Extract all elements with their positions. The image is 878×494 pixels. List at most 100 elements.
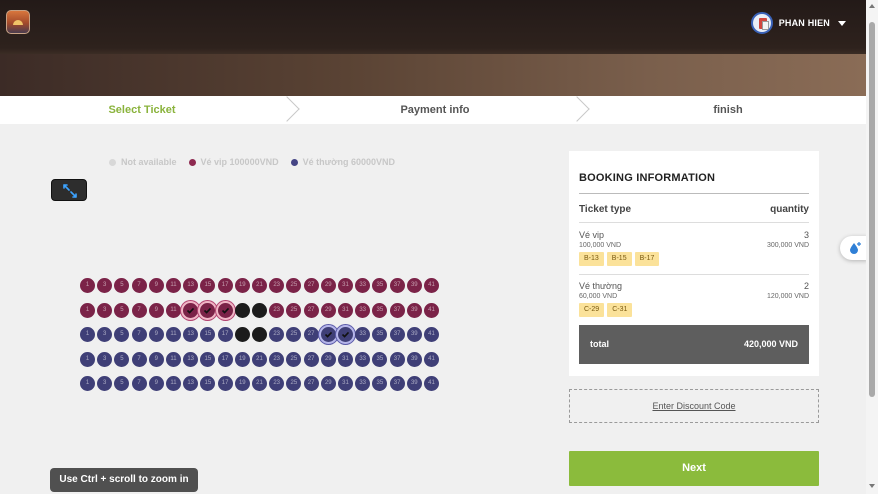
scroll-down-icon[interactable] <box>869 484 875 488</box>
seat-B-41[interactable]: 41 <box>424 302 439 318</box>
seat-A-33[interactable]: 33 <box>355 278 371 293</box>
seat-B-27[interactable]: 27 <box>303 302 319 318</box>
seat-B-13[interactable] <box>183 302 199 318</box>
seat-C-37[interactable]: 37 <box>389 327 405 343</box>
seat-D-13[interactable]: 13 <box>183 351 199 367</box>
floating-helper-button[interactable] <box>840 236 868 260</box>
seat-C-29[interactable] <box>320 327 336 343</box>
seat-B-1[interactable]: 1 <box>80 302 95 318</box>
seat-D-27[interactable]: 27 <box>303 351 319 367</box>
seat-A-29[interactable]: 29 <box>320 278 336 293</box>
seat-D-31[interactable]: 31 <box>338 351 353 367</box>
seat-B-39[interactable]: 39 <box>406 302 422 318</box>
seat-D-37[interactable]: 37 <box>389 351 405 367</box>
seat-E-29[interactable]: 29 <box>320 376 336 392</box>
seat-A-21[interactable]: 21 <box>252 278 267 293</box>
seat-D-17[interactable]: 17 <box>217 351 233 367</box>
seat-C-41[interactable]: 41 <box>424 327 439 343</box>
seat-C-33[interactable]: 33 <box>355 327 371 343</box>
seat-A-31[interactable]: 31 <box>338 278 353 293</box>
seat-C-9[interactable]: 9 <box>148 327 164 343</box>
seat-D-3[interactable]: 3 <box>97 351 113 367</box>
seat-A-1[interactable]: 1 <box>80 278 95 293</box>
scroll-thumb[interactable] <box>869 22 875 397</box>
seat-B-31[interactable]: 31 <box>338 302 353 318</box>
seat-D-21[interactable]: 21 <box>252 351 267 367</box>
seat-D-11[interactable]: 11 <box>166 351 181 367</box>
seat-C-11[interactable]: 11 <box>166 327 181 343</box>
seat-B-23[interactable]: 23 <box>269 302 285 318</box>
seat-A-37[interactable]: 37 <box>389 278 405 293</box>
seat-E-3[interactable]: 3 <box>97 376 113 392</box>
seat-E-23[interactable]: 23 <box>269 376 285 392</box>
seat-D-7[interactable]: 7 <box>131 351 147 367</box>
seat-A-13[interactable]: 13 <box>183 278 199 293</box>
seat-A-27[interactable]: 27 <box>303 278 319 293</box>
seat-C-25[interactable]: 25 <box>286 327 302 343</box>
seat-C-5[interactable]: 5 <box>114 327 130 343</box>
seat-A-39[interactable]: 39 <box>406 278 422 293</box>
seat-E-21[interactable]: 21 <box>252 376 267 392</box>
seat-C-13[interactable]: 13 <box>183 327 199 343</box>
seat-D-1[interactable]: 1 <box>80 351 95 367</box>
seat-D-9[interactable]: 9 <box>148 351 164 367</box>
seat-E-1[interactable]: 1 <box>80 376 95 392</box>
next-button[interactable]: Next <box>569 451 819 486</box>
page-scrollbar[interactable] <box>866 0 878 494</box>
seat-A-17[interactable]: 17 <box>217 278 233 293</box>
seat-C-31[interactable] <box>338 327 353 343</box>
seat-A-15[interactable]: 15 <box>200 278 216 293</box>
seat-D-35[interactable]: 35 <box>372 351 388 367</box>
seat-D-5[interactable]: 5 <box>114 351 130 367</box>
seat-A-35[interactable]: 35 <box>372 278 388 293</box>
seat-B-5[interactable]: 5 <box>114 302 130 318</box>
seat-E-41[interactable]: 41 <box>424 376 439 392</box>
seat-B-33[interactable]: 33 <box>355 302 371 318</box>
seat-A-5[interactable]: 5 <box>114 278 130 293</box>
seat-B-9[interactable]: 9 <box>148 302 164 318</box>
seat-A-11[interactable]: 11 <box>166 278 181 293</box>
seat-B-37[interactable]: 37 <box>389 302 405 318</box>
seat-C-39[interactable]: 39 <box>406 327 422 343</box>
seat-E-13[interactable]: 13 <box>183 376 199 392</box>
seat-B-7[interactable]: 7 <box>131 302 147 318</box>
seat-B-3[interactable]: 3 <box>97 302 113 318</box>
seat-E-17[interactable]: 17 <box>217 376 233 392</box>
seat-B-17[interactable] <box>217 302 233 318</box>
seat-E-37[interactable]: 37 <box>389 376 405 392</box>
seat-D-39[interactable]: 39 <box>406 351 422 367</box>
seat-C-17[interactable]: 17 <box>217 327 233 343</box>
seat-E-25[interactable]: 25 <box>286 376 302 392</box>
seat-C-7[interactable]: 7 <box>131 327 147 343</box>
seat-D-25[interactable]: 25 <box>286 351 302 367</box>
seat-D-29[interactable]: 29 <box>320 351 336 367</box>
seat-E-7[interactable]: 7 <box>131 376 147 392</box>
seat-E-27[interactable]: 27 <box>303 376 319 392</box>
seat-A-3[interactable]: 3 <box>97 278 113 293</box>
seat-B-29[interactable]: 29 <box>320 302 336 318</box>
seat-B-11[interactable]: 11 <box>166 302 181 318</box>
scroll-up-icon[interactable] <box>869 4 875 8</box>
seat-E-39[interactable]: 39 <box>406 376 422 392</box>
app-logo[interactable] <box>6 10 30 34</box>
seat-D-19[interactable]: 19 <box>234 351 250 367</box>
seat-E-9[interactable]: 9 <box>148 376 164 392</box>
discount-code-button[interactable]: Enter Discount Code <box>569 389 819 423</box>
seat-C-23[interactable]: 23 <box>269 327 285 343</box>
seat-B-15[interactable] <box>200 302 216 318</box>
seat-C-1[interactable]: 1 <box>80 327 95 343</box>
seat-E-35[interactable]: 35 <box>372 376 388 392</box>
seat-A-41[interactable]: 41 <box>424 278 439 293</box>
seat-D-15[interactable]: 15 <box>200 351 216 367</box>
user-menu[interactable]: PHAN HIEN <box>750 12 846 34</box>
seat-A-7[interactable]: 7 <box>131 278 147 293</box>
fullscreen-button[interactable] <box>51 179 87 201</box>
seat-E-19[interactable]: 19 <box>234 376 250 392</box>
seat-A-19[interactable]: 19 <box>234 278 250 293</box>
seat-E-15[interactable]: 15 <box>200 376 216 392</box>
seat-A-9[interactable]: 9 <box>148 278 164 293</box>
seat-A-23[interactable]: 23 <box>269 278 285 293</box>
seat-E-5[interactable]: 5 <box>114 376 130 392</box>
seat-D-41[interactable]: 41 <box>424 351 439 367</box>
seat-E-31[interactable]: 31 <box>338 376 353 392</box>
